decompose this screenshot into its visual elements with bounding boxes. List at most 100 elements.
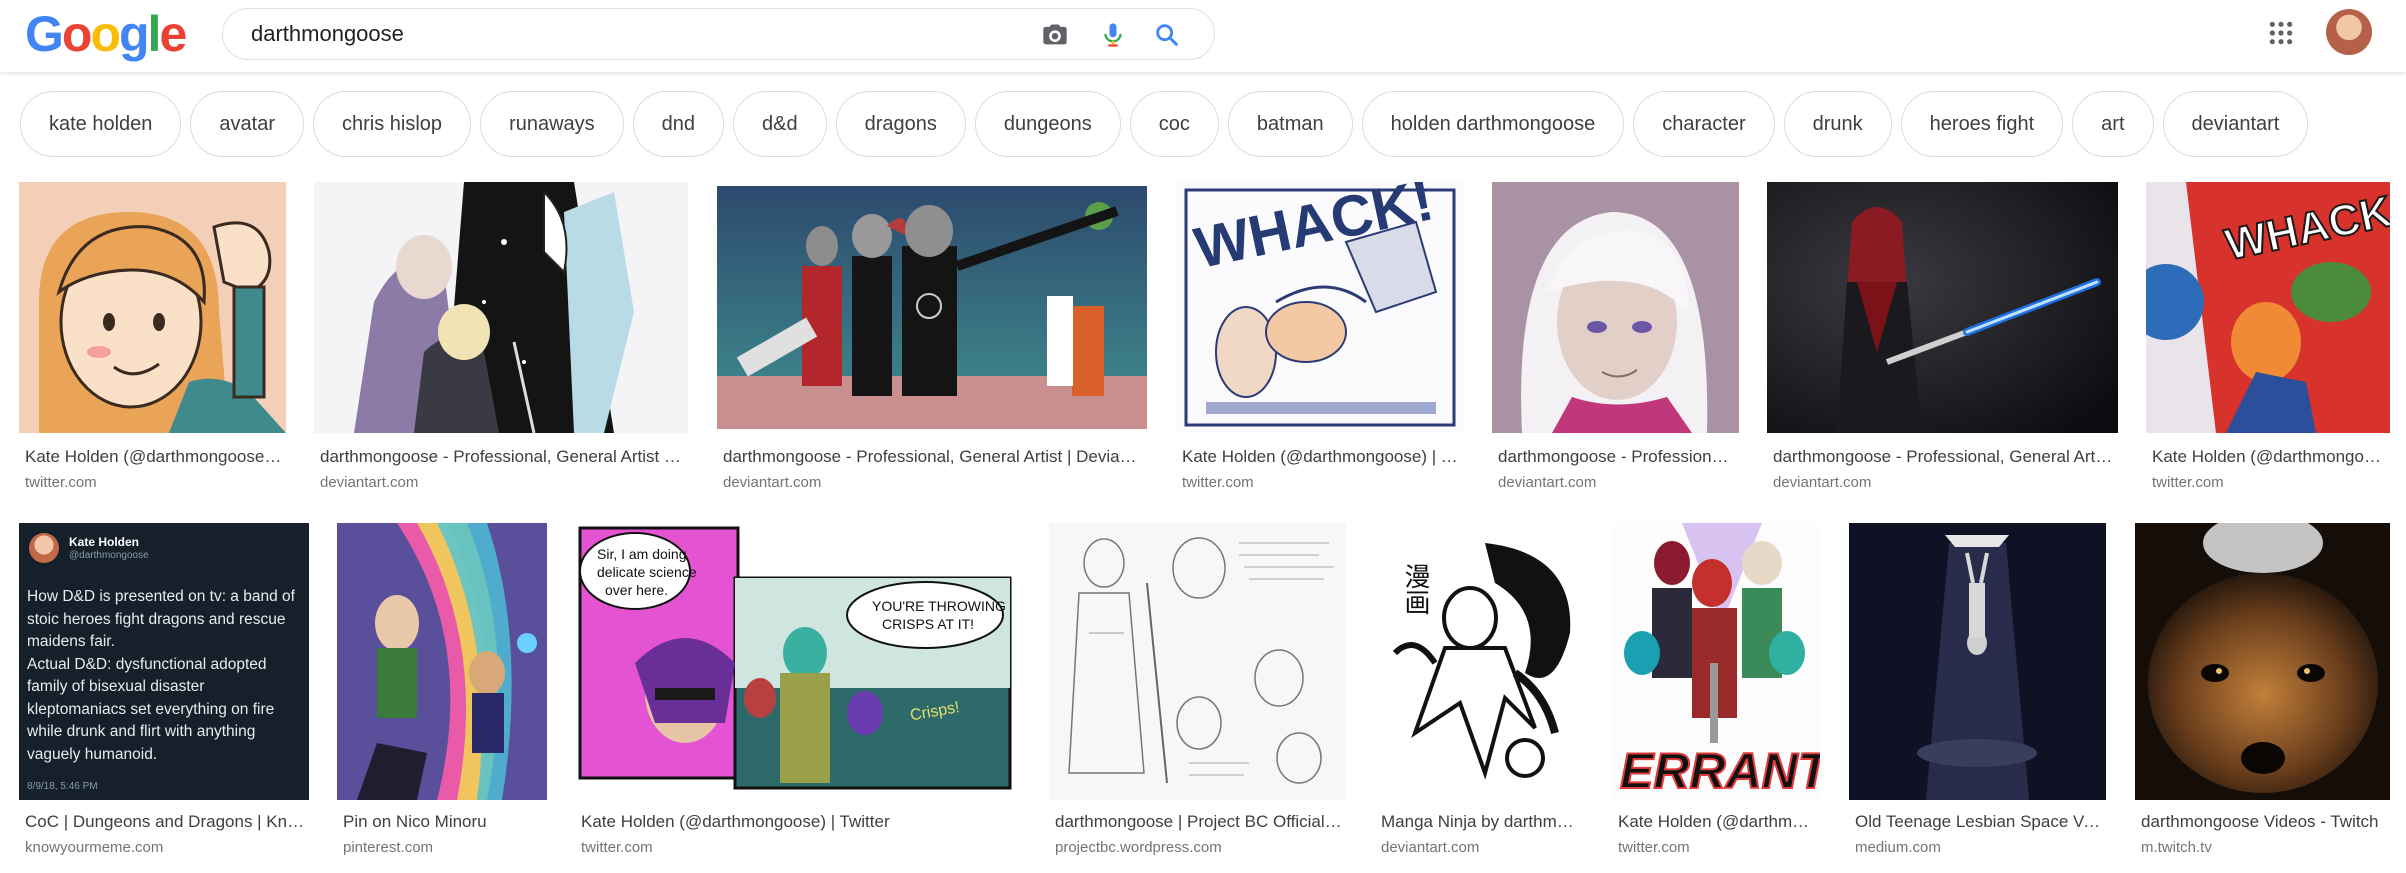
chip-dnd[interactable]: dnd — [632, 91, 725, 157]
result-title[interactable]: darthmongoose - Professional, General Ar… — [723, 447, 1143, 467]
result-thumbnail[interactable] — [2135, 523, 2390, 800]
chip-coc[interactable]: coc — [1129, 91, 1219, 157]
result-source: twitter.com — [1618, 839, 1690, 856]
image-result[interactable]: WHACK! Kate Holden (@darthmongoose) | Tw… — [2146, 180, 2390, 500]
image-text: ERRANT — [1620, 743, 1820, 799]
logo-letter: e — [159, 6, 187, 62]
result-thumbnail[interactable]: WHACK! — [2146, 182, 2390, 433]
result-source: m.twitch.tv — [2141, 839, 2212, 856]
result-title[interactable]: Kate Holden (@darthmongoose) | Twitter — [581, 812, 1016, 832]
thumbnail-art: ERRANT — [1612, 523, 1820, 800]
result-thumbnail[interactable] — [314, 182, 688, 433]
microphone-icon[interactable] — [1099, 21, 1127, 49]
result-thumbnail[interactable] — [1849, 523, 2106, 800]
tweet-line: family of bisexual disaster — [27, 678, 205, 695]
tweet-text: How D&D is presented on tv: a band of st… — [27, 586, 307, 766]
result-thumbnail[interactable] — [19, 182, 286, 433]
result-title[interactable]: darthmongoose Videos - Twitch — [2141, 812, 2386, 832]
result-title[interactable]: Pin on Nico Minoru — [343, 812, 543, 832]
image-result[interactable]: Old Teenage Lesbian Space Vampires mediu… — [1849, 521, 2106, 861]
result-source: deviantart.com — [723, 474, 822, 491]
chip-drunk[interactable]: drunk — [1783, 91, 1892, 157]
image-result[interactable]: Kate Holden (@darthmongoose) | Twitter t… — [19, 180, 286, 500]
result-source: pinterest.com — [343, 839, 434, 856]
chip-dungeons[interactable]: dungeons — [974, 91, 1121, 157]
result-title[interactable]: Manga Ninja by darthmongoose on DeviantA… — [1381, 812, 1580, 832]
result-title[interactable]: Old Teenage Lesbian Space Vampires — [1855, 812, 2102, 832]
tweet-line: Actual D&D: dysfunctional adopted — [27, 655, 267, 673]
chip-d-and-d[interactable]: d&d — [733, 91, 827, 157]
tweet-avatar — [29, 533, 59, 563]
result-source: twitter.com — [1182, 474, 1254, 491]
thumbnail-art — [1849, 523, 2106, 800]
result-source: deviantart.com — [320, 474, 419, 491]
result-thumbnail[interactable] — [1767, 182, 2118, 433]
result-title[interactable]: darthmongoose - Professional, General Ar… — [1773, 447, 2114, 467]
thumbnail-art: WHACK! — [1176, 182, 1464, 433]
result-title[interactable]: darthmongoose - Professional, General Ar… — [1498, 447, 1735, 467]
image-result[interactable]: ERRANT Kate Holden (@darthmongoose) | Tw… — [1612, 521, 1820, 861]
result-thumbnail[interactable]: 漫画 — [1375, 523, 1584, 800]
search-icon[interactable] — [1153, 21, 1181, 49]
chip-character[interactable]: character — [1633, 91, 1775, 157]
result-thumbnail[interactable] — [1492, 182, 1739, 433]
result-thumbnail[interactable]: Kate Holden @darthmongoose How D&D is pr… — [19, 523, 309, 800]
image-result[interactable]: darthmongoose - Professional, General Ar… — [1767, 180, 2118, 500]
result-source: deviantart.com — [1498, 474, 1597, 491]
result-title[interactable]: Kate Holden (@darthmongoose) | Twitter — [25, 447, 282, 467]
chip-chris-hislop[interactable]: chris hislop — [313, 91, 472, 157]
thumbnail-art — [19, 182, 286, 433]
image-result[interactable]: darthmongoose - Professional, General Ar… — [717, 180, 1147, 500]
thumbnail-art — [1049, 523, 1346, 800]
result-source: deviantart.com — [1381, 839, 1480, 856]
result-thumbnail[interactable] — [337, 523, 547, 800]
apps-grid-icon[interactable] — [2268, 20, 2294, 46]
chip-holden-darthmongoose[interactable]: holden darthmongoose — [1361, 91, 1625, 157]
related-search-chips: kate holden avatar chris hislop runaways dnd… — [20, 91, 2406, 157]
camera-icon[interactable] — [1041, 21, 1069, 49]
image-result[interactable]: darthmongoose | Project BC Official Site… — [1049, 521, 1346, 861]
result-title[interactable]: darthmongoose | Project BC Official Site — [1055, 812, 1342, 832]
chip-avatar[interactable]: avatar — [190, 91, 305, 157]
google-logo[interactable]: Google — [25, 6, 187, 62]
chip-deviantart[interactable]: deviantart — [2162, 91, 2309, 157]
result-title[interactable]: Kate Holden (@darthmongoose) | Twitter — [1618, 812, 1816, 832]
thumbnail-art — [337, 523, 547, 800]
thumbnail-art: Sir, I am doing delicate science over he… — [575, 523, 1020, 800]
chip-runaways[interactable]: runaways — [480, 91, 624, 157]
result-title[interactable]: darthmongoose - Professional, General Ar… — [320, 447, 684, 467]
logo-letter: g — [119, 6, 150, 62]
image-result[interactable]: Pin on Nico Minoru pinterest.com — [337, 521, 547, 861]
user-avatar[interactable] — [2326, 9, 2372, 55]
result-title[interactable]: Kate Holden (@darthmongoose) | Twitter — [1182, 447, 1460, 467]
thumbnail-art — [717, 186, 1147, 429]
tweet-handle: @darthmongoose — [69, 550, 149, 561]
chip-kate-holden[interactable]: kate holden — [20, 91, 182, 157]
image-result[interactable]: Sir, I am doing delicate science over he… — [575, 521, 1020, 861]
chip-dragons[interactable]: dragons — [835, 91, 966, 157]
image-result[interactable]: darthmongoose Videos - Twitch m.twitch.t… — [2135, 521, 2390, 861]
thumbnail-art — [1767, 182, 2118, 433]
result-thumbnail[interactable]: WHACK! — [1176, 182, 1464, 433]
image-result[interactable]: Kate Holden @darthmongoose How D&D is pr… — [19, 521, 309, 861]
result-title[interactable]: Kate Holden (@darthmongoose) | Twitter — [2152, 447, 2386, 467]
search-input[interactable] — [251, 17, 991, 51]
thumbnail-art — [1492, 182, 1739, 433]
image-result[interactable]: 漫画 Manga Ninja by darthmongoose on Devia… — [1375, 521, 1584, 861]
chip-art[interactable]: art — [2072, 91, 2154, 157]
chip-batman[interactable]: batman — [1227, 91, 1353, 157]
bubble-line: Sir, I am doing — [597, 546, 687, 562]
logo-letter: G — [25, 6, 64, 62]
result-source: medium.com — [1855, 839, 1941, 856]
tweet-line: stoic heroes fight dragons and rescue — [27, 610, 286, 628]
result-title[interactable]: CoC | Dungeons and Dragons | Know Your M… — [25, 812, 305, 832]
chip-heroes-fight[interactable]: heroes fight — [1900, 91, 2064, 157]
result-thumbnail[interactable] — [717, 186, 1147, 429]
image-result[interactable]: darthmongoose - Professional, General Ar… — [314, 180, 688, 500]
image-result[interactable]: darthmongoose - Professional, General Ar… — [1492, 180, 1739, 500]
result-thumbnail[interactable] — [1049, 523, 1346, 800]
result-thumbnail[interactable]: Sir, I am doing delicate science over he… — [575, 523, 1020, 800]
tweet-line: How D&D is presented on tv: a band of — [27, 588, 295, 605]
result-thumbnail[interactable]: ERRANT — [1612, 523, 1820, 800]
image-result[interactable]: WHACK! Kate Holden (@darthmongoose) | Tw… — [1176, 180, 1464, 500]
